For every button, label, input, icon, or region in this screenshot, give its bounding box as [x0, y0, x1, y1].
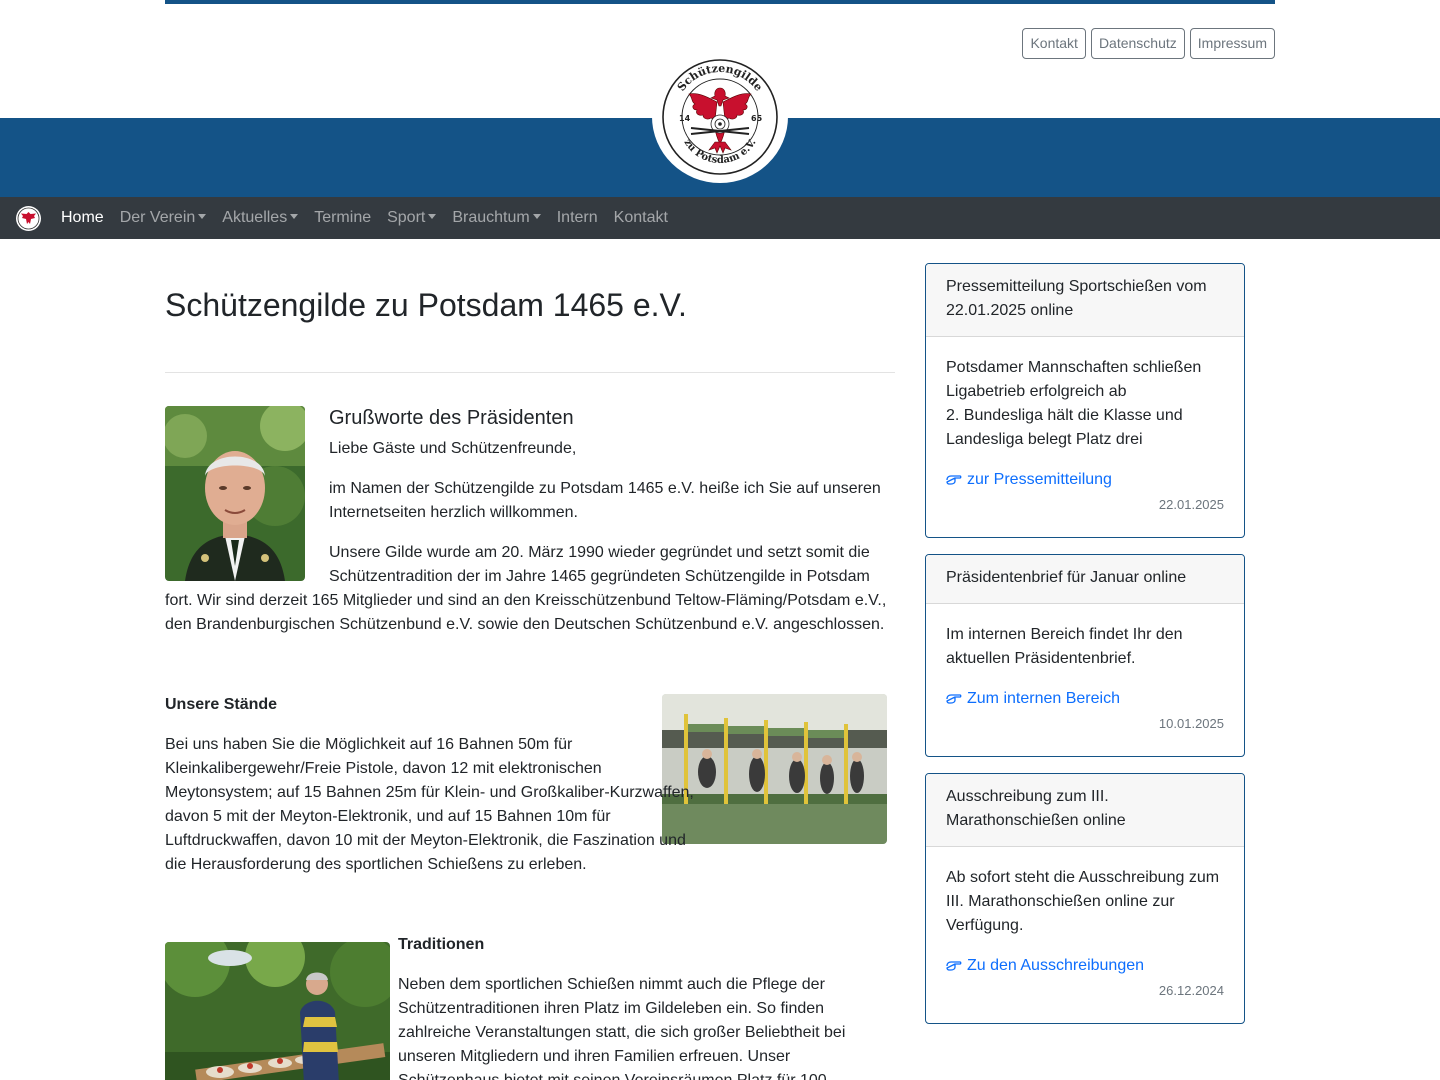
main-navbar: Home Der Verein Aktuelles Termine Sport … [0, 197, 1440, 239]
greeting-paragraph: im Namen der Schützengilde zu Potsdam 14… [329, 480, 881, 521]
news-card-link-label: Zum internen Bereich [967, 690, 1120, 707]
news-card-header: Pressemitteilung Sportschießen vom 22.01… [926, 264, 1244, 337]
news-card: Präsidentenbrief für Januar online Im in… [925, 554, 1245, 757]
news-card-body: Ab sofort steht die Ausschreibung zum II… [926, 847, 1244, 1000]
nav-der-verein-label: Der Verein [119, 209, 196, 226]
nav-home-label: Home [61, 209, 104, 226]
pointing-hand-icon [946, 475, 962, 485]
greeting-paragraph-2-line-1: Unsere Gilde wurde am 20. März 1990 wied… [329, 544, 870, 585]
news-card-date: 10.01.2025 [1158, 716, 1224, 731]
logo-year-left: 14 [679, 114, 691, 123]
pointing-hand-icon [946, 694, 962, 704]
datenschutz-link[interactable]: Datenschutz [1090, 28, 1185, 59]
news-card-text: Im internen Bereich findet Ihr den aktue… [946, 626, 1183, 667]
news-card-body: Potsdamer Mannschaften schließen Ligabet… [926, 337, 1244, 514]
chevron-down-icon [532, 214, 541, 219]
nav-intern-label: Intern [556, 209, 598, 226]
nav-kontakt-label: Kontakt [613, 209, 668, 226]
nav-sport-label: Sport [387, 209, 426, 226]
stands-text: Bei uns haben Sie die Möglichkeit auf 16… [165, 736, 694, 873]
president-photo [165, 406, 305, 581]
nav-intern[interactable]: Intern [549, 206, 606, 230]
kontakt-link[interactable]: Kontakt [1022, 28, 1086, 59]
nav-termine[interactable]: Termine [306, 206, 379, 230]
news-card-text: Potsdamer Mannschaften schließen Ligabet… [946, 359, 1202, 400]
navbar-brand-logo[interactable] [16, 205, 41, 231]
news-card-header: Ausschreibung zum III. Marathonschießen … [926, 774, 1244, 847]
title-divider [165, 372, 895, 373]
news-card-link[interactable]: Zum internen Bereich [946, 687, 1224, 711]
news-card-date: 26.12.2024 [1158, 983, 1224, 998]
chevron-down-icon [198, 214, 207, 219]
traditions-heading: Traditionen [398, 936, 485, 953]
nav-der-verein[interactable]: Der Verein [112, 206, 215, 230]
traditions-text: Neben dem sportlichen Schießen nimmt auc… [398, 976, 846, 1080]
impressum-link[interactable]: Impressum [1189, 28, 1275, 59]
news-card-link[interactable]: zur Pressemitteilung [946, 468, 1224, 492]
eagle-crest-icon: Schützengilde zu Potsdam e.V. 14 65 [662, 58, 778, 175]
greeting-heading: Grußworte des Präsidenten [329, 407, 574, 429]
news-card-body: Im internen Bereich findet Ihr den aktue… [926, 604, 1244, 733]
news-card: Ausschreibung zum III. Marathonschießen … [925, 773, 1245, 1024]
news-card-date: 22.01.2025 [1158, 497, 1224, 512]
nav-aktuelles-label: Aktuelles [222, 209, 288, 226]
chevron-down-icon [290, 214, 299, 219]
news-card-link-label: zur Pressemitteilung [967, 471, 1112, 488]
nav-kontakt[interactable]: Kontakt [606, 206, 676, 230]
traditions-photo [165, 942, 390, 1080]
top-stripe [165, 0, 1275, 4]
logo-year-right: 65 [751, 114, 763, 123]
site-logo[interactable]: Schützengilde zu Potsdam e.V. 14 65 [652, 50, 788, 183]
news-card-text: 2. Bundesliga hält die Klasse und Landes… [946, 407, 1183, 448]
chevron-down-icon [428, 214, 437, 219]
pointing-hand-icon [946, 961, 962, 971]
page-title: Schützengilde zu Potsdam 1465 e.V. [165, 287, 687, 323]
news-card-header: Präsidentenbrief für Januar online [926, 555, 1244, 604]
stands-heading: Unsere Stände [165, 696, 278, 713]
nav-brauchtum[interactable]: Brauchtum [444, 206, 548, 230]
eagle-crest-icon [17, 207, 40, 229]
nav-sport[interactable]: Sport [379, 206, 444, 230]
news-card-link[interactable]: Zu den Ausschreibungen [946, 954, 1224, 978]
top-links: Kontakt Datenschutz Impressum [1022, 28, 1275, 59]
nav-termine-label: Termine [314, 209, 372, 226]
news-card-text: Ab sofort steht die Ausschreibung zum II… [946, 869, 1220, 934]
nav-brauchtum-label: Brauchtum [452, 209, 530, 226]
news-card-link-label: Zu den Ausschreibungen [967, 957, 1145, 974]
greeting-salutation: Liebe Gäste und Schützenfreunde, [329, 440, 577, 457]
nav-home[interactable]: Home [53, 206, 112, 230]
news-card: Pressemitteilung Sportschießen vom 22.01… [925, 263, 1245, 538]
nav-aktuelles[interactable]: Aktuelles [214, 206, 306, 230]
greeting-paragraph-2-rest: fort. Wir sind derzeit 165 Mitglieder un… [165, 592, 887, 633]
